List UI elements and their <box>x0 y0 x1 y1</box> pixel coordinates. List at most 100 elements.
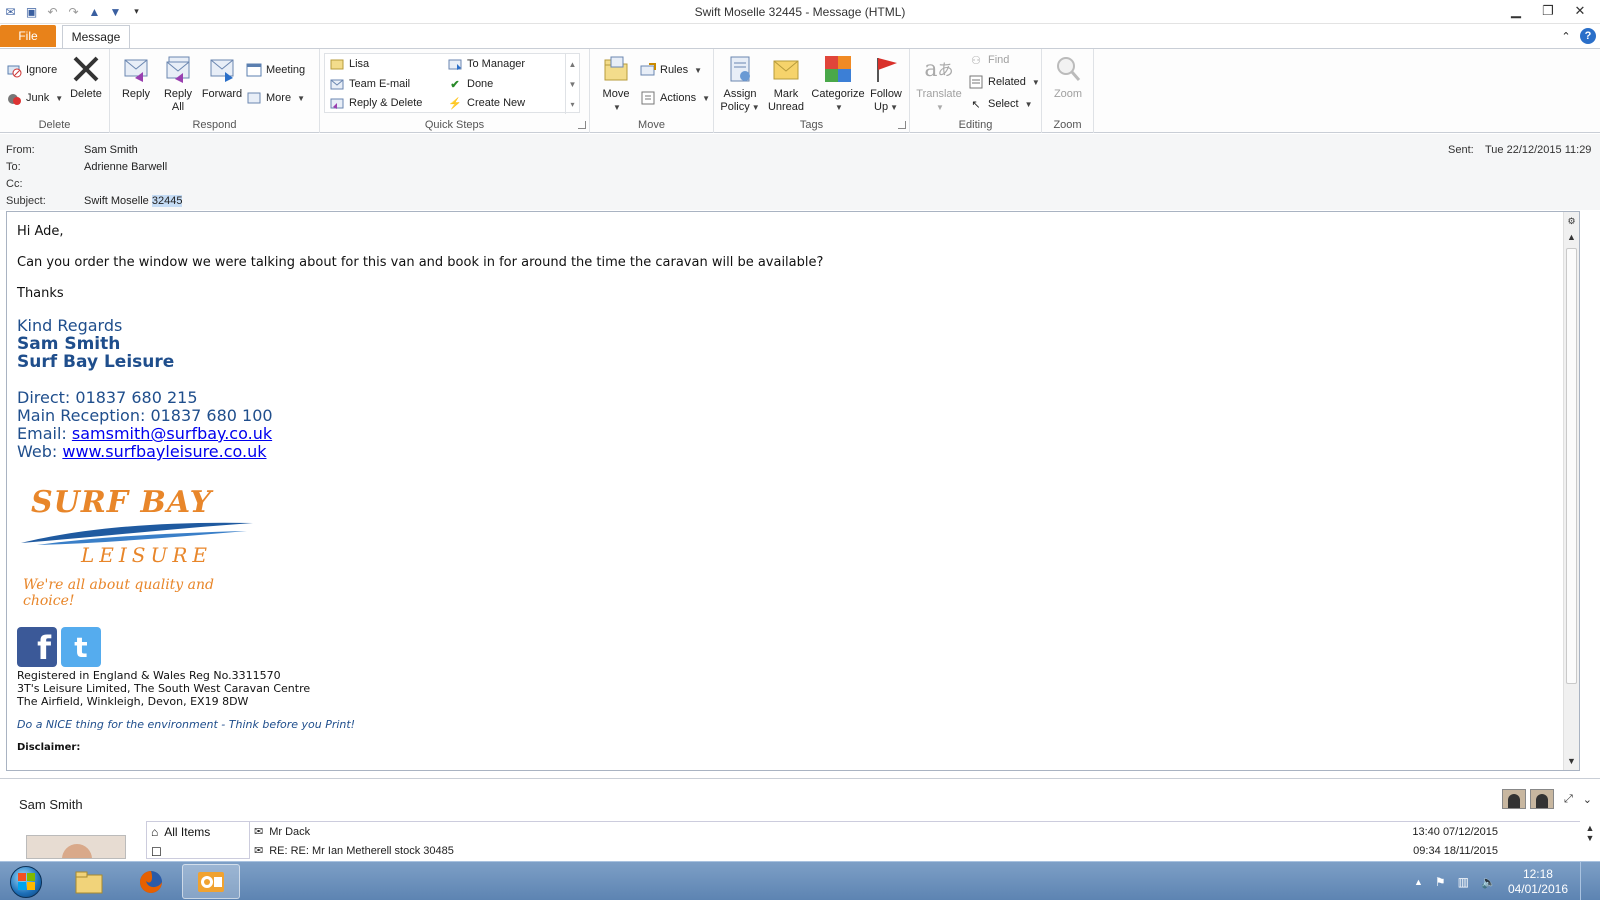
subject-value[interactable]: Swift Moselle 32445 <box>84 195 183 207</box>
twitter-icon[interactable]: t <box>61 627 101 667</box>
window-title: Swift Moselle 32445 - Message (HTML) <box>694 5 906 19</box>
contact-photo-thumb[interactable] <box>1529 789 1554 809</box>
people-pane-mail-list: ✉ Mr Dack 13:40 07/12/2015 ✉ RE: RE: Mr … <box>250 821 1580 859</box>
body-scrollbar[interactable]: ⚙ ▲ ▼ <box>1563 212 1579 770</box>
categorize-button[interactable]: Categorize ▼ <box>810 53 866 114</box>
view-settings-icon[interactable]: ⚙ <box>1564 214 1579 228</box>
taskbar-firefox[interactable] <box>122 864 180 899</box>
subject-text: Swift Moselle <box>84 195 149 207</box>
network-icon[interactable]: ▥ <box>1458 875 1469 889</box>
quick-step-label: Done <box>467 78 494 90</box>
tags-launcher[interactable] <box>898 121 906 129</box>
volume-icon[interactable]: 🔈 <box>1481 875 1496 889</box>
to-value[interactable]: Adrienne Barwell <box>84 161 167 173</box>
more-respond-button[interactable]: More ▼ <box>246 89 305 107</box>
taskbar-outlook[interactable] <box>182 864 240 899</box>
minimize-ribbon-icon[interactable]: ⌃ <box>1558 28 1574 44</box>
scroll-down-arrow[interactable]: ▼ <box>1586 833 1595 843</box>
select-button[interactable]: ↖ Select ▼ <box>968 95 1032 113</box>
list-item[interactable]: ✉ Mr Dack 13:40 07/12/2015 <box>250 822 1580 841</box>
scroll-up-icon[interactable]: ▲ <box>569 54 577 74</box>
related-button[interactable]: Related ▼ <box>968 73 1040 91</box>
quick-steps-scroll[interactable]: ▲ ▼ ▾ <box>565 54 579 114</box>
collapse-pane-icon[interactable]: ⌄ <box>1583 793 1592 806</box>
taskbar-explorer[interactable] <box>60 864 118 899</box>
quick-step-to-manager[interactable]: To Manager <box>447 55 525 73</box>
tab-file[interactable]: File <box>0 25 56 47</box>
expand-pane-icon[interactable]: ⤢ <box>1564 793 1573 806</box>
zoom-button[interactable]: Zoom <box>1046 53 1090 101</box>
scroll-down-icon[interactable]: ▼ <box>569 74 577 94</box>
assign-policy-icon <box>724 53 756 85</box>
disclaimer-label: Disclaimer: <box>17 742 81 753</box>
quick-step-team-email[interactable]: Team E-mail <box>329 75 410 93</box>
tab-message[interactable]: Message <box>62 25 130 48</box>
ribbon-tabs: File Message ⌃ ? <box>0 24 1600 48</box>
zoom-group: Zoom Zoom <box>1042 49 1094 133</box>
follow-up-button[interactable]: Follow Up ▼ <box>866 53 906 114</box>
mark-unread-button[interactable]: Mark Unread <box>764 53 808 114</box>
help-icon[interactable]: ? <box>1580 28 1596 44</box>
quick-steps-launcher[interactable] <box>578 121 586 129</box>
cursor-icon: ↖ <box>971 98 981 111</box>
mail-date: 13:40 07/12/2015 <box>1412 825 1498 838</box>
facebook-icon[interactable]: f <box>17 627 57 667</box>
show-hidden-icons-icon[interactable]: ▲ <box>1414 877 1423 887</box>
junk-button[interactable]: Junk ▼ <box>6 89 63 107</box>
translate-button[interactable]: aあ Translate ▼ <box>914 53 964 114</box>
reply-button[interactable]: Reply <box>116 53 156 101</box>
more-respond-icon <box>246 90 262 106</box>
to-label: To: <box>6 161 21 173</box>
filter-all-items[interactable]: ⌂ All Items <box>147 822 249 842</box>
reply-all-button[interactable]: Reply All <box>158 53 198 114</box>
email-link[interactable]: samsmith@surfbay.co.uk <box>72 424 272 443</box>
from-value[interactable]: Sam Smith <box>84 144 138 156</box>
assign-policy-button[interactable]: Assign Policy ▼ <box>718 53 762 114</box>
quick-step-reply-delete[interactable]: Reply & Delete <box>329 94 422 112</box>
action-center-flag-icon[interactable]: ⚑ <box>1435 875 1446 889</box>
quick-step-done[interactable]: ✔ Done <box>447 75 493 93</box>
expand-gallery-icon[interactable]: ▾ <box>570 94 574 114</box>
environment-note: Do a NICE thing for the environment - Th… <box>17 718 356 731</box>
ribbon: Ignore Junk ▼ Delete Delete Reply Reply … <box>0 48 1600 133</box>
respond-group-label: Respond <box>192 119 237 131</box>
mail-icon: ✉ <box>254 826 264 838</box>
show-desktop-button[interactable] <box>1580 862 1592 900</box>
checkmark-icon: ✔ <box>450 78 460 91</box>
quick-steps-group: Lisa Team E-mail Reply & Delete To Manag… <box>320 49 590 133</box>
meeting-button[interactable]: Meeting <box>246 61 305 79</box>
clock[interactable]: 12:18 04/01/2016 <box>1508 867 1568 897</box>
message-body[interactable]: Hi Ade, Can you order the window we were… <box>6 211 1580 771</box>
quick-step-create-new[interactable]: ⚡ Create New <box>447 94 525 112</box>
scroll-up-arrow[interactable]: ▲ <box>1586 823 1595 833</box>
scroll-up-arrow[interactable]: ▲ <box>1564 230 1579 244</box>
actions-button[interactable]: Actions ▼ <box>640 89 710 107</box>
thanks-text: Thanks <box>17 286 64 301</box>
move-button[interactable]: Move ▼ <box>596 53 636 114</box>
find-button[interactable]: ⚇ Find <box>968 51 1009 69</box>
delete-button[interactable]: Delete <box>66 53 106 101</box>
quick-step-lisa[interactable]: Lisa <box>329 55 369 73</box>
rules-button[interactable]: Rules ▼ <box>640 61 702 79</box>
mark-unread-label-2: Unread <box>767 101 805 113</box>
scroll-down-arrow[interactable]: ▼ <box>1564 754 1579 768</box>
address-line: The Airfield, Winkleigh, Devon, EX19 8DW <box>17 695 249 708</box>
web-link[interactable]: www.surfbayleisure.co.uk <box>62 442 266 461</box>
more-respond-label: More <box>266 92 292 104</box>
contact-photo-thumb[interactable] <box>1501 789 1526 809</box>
mail-subject: Mr Dack <box>269 825 311 838</box>
minimize-button[interactable]: ▁ <box>1500 0 1532 22</box>
ignore-button[interactable]: Ignore <box>6 61 57 79</box>
scroll-thumb[interactable] <box>1566 248 1577 684</box>
close-button[interactable]: ✕ <box>1564 0 1596 22</box>
people-pane-scrollbar[interactable]: ▲ ▼ <box>1582 823 1598 843</box>
forward-button[interactable]: Forward <box>200 53 244 101</box>
filter-item[interactable]: ☐ <box>147 842 249 862</box>
message-header: From: Sam Smith To: Adrienne Barwell Cc:… <box>0 134 1600 210</box>
restore-button[interactable]: ❐ <box>1532 0 1564 22</box>
rules-label: Rules <box>660 64 689 76</box>
greeting: Hi Ade, <box>17 224 64 239</box>
list-item[interactable]: ✉ RE: RE: Mr Ian Metherell stock 30485 0… <box>250 841 1580 859</box>
respond-group: Reply Reply All Forward Meeting More ▼ R… <box>110 49 320 133</box>
start-button[interactable] <box>4 864 48 899</box>
